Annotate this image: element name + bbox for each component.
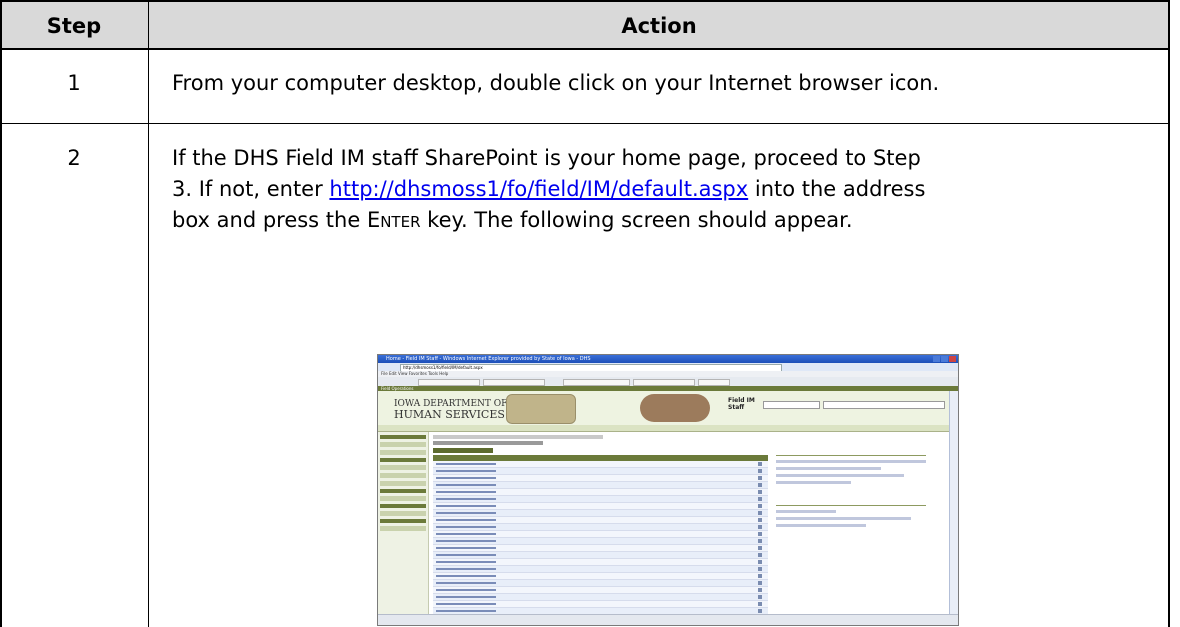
enter-key-label: Enter [366, 208, 421, 232]
banner-photo [640, 394, 710, 422]
scrollbar [949, 391, 958, 615]
action-column-header: Action [621, 14, 697, 38]
step-2-line-3: box and press the Enter key. The followi… [172, 208, 853, 232]
sharepoint-url-link[interactable]: http://dhsmoss1/fo/field/IM/default.aspx [329, 177, 748, 201]
browser-title-bar: Home - Field IM Staff - Windows Internet… [378, 355, 958, 363]
field-im-staff-label: Field IM Staff [728, 397, 755, 411]
logo-line-2: HUMAN SERVICES [394, 408, 505, 421]
step-1-action: From your computer desktop, double click… [172, 71, 940, 95]
step-2-action: If the DHS Field IM staff SharePoint is … [172, 143, 1152, 236]
step-column-header: Step [46, 14, 102, 38]
step-number: 2 [67, 146, 81, 170]
step-number: 1 [67, 71, 81, 95]
dhs-banner: IOWA DEPARTMENT OF HUMAN SERVICES Field … [378, 391, 958, 426]
calendar-panel [776, 505, 926, 536]
left-navigation [378, 432, 429, 615]
announcements-panel [776, 455, 926, 496]
banner-photo [506, 394, 576, 424]
status-bar [378, 614, 958, 625]
applications-list [433, 455, 768, 625]
site-navbar [378, 425, 958, 432]
step-2-line-1: If the DHS Field IM staff SharePoint is … [172, 146, 921, 170]
sharepoint-screenshot: Home - Field IM Staff - Windows Internet… [377, 354, 959, 626]
steps-table: Step Action 1 From your computer desktop… [0, 0, 1180, 627]
step-2-line-2: 3. If not, enter http://dhsmoss1/fo/fiel… [172, 177, 926, 201]
